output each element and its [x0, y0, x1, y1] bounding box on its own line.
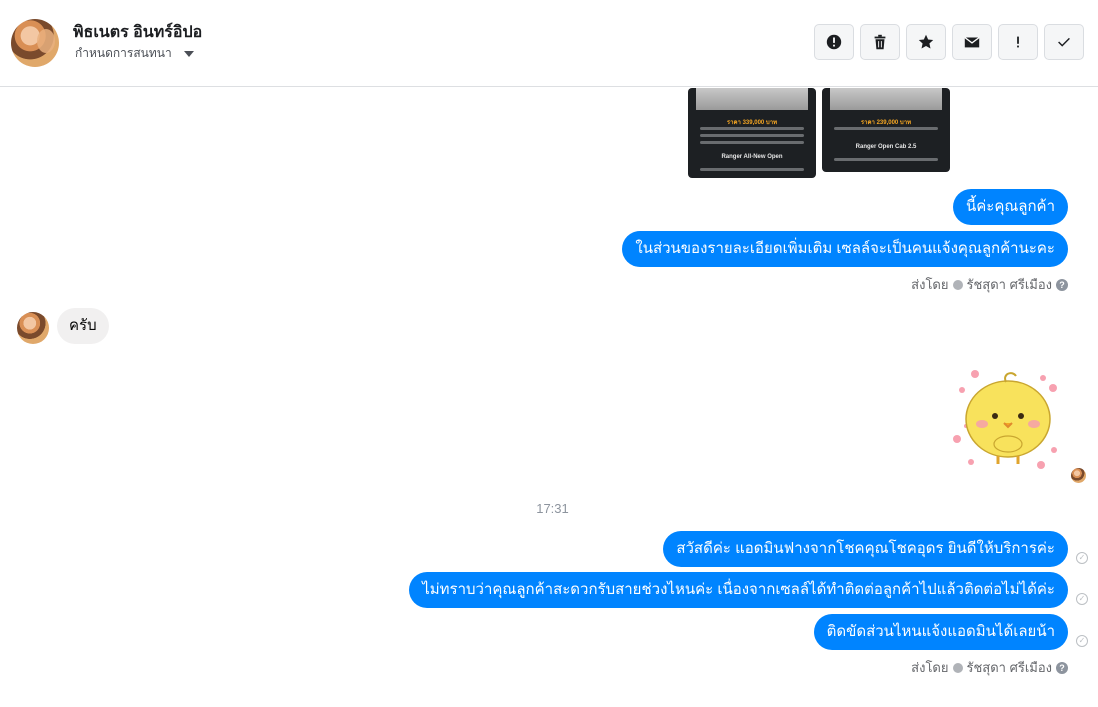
sticker-chick[interactable] [946, 364, 1070, 472]
star-button[interactable] [906, 24, 946, 60]
report-button[interactable] [814, 24, 854, 60]
delivered-check-icon: ✓ [1076, 635, 1088, 647]
car-photo [696, 88, 808, 110]
price-text: ราคา 239,000 บาท [860, 120, 912, 126]
incoming-message[interactable]: ครับ [57, 308, 109, 344]
model-text: Ranger Open Cab 2.5 [855, 144, 917, 150]
contact-avatar[interactable] [11, 19, 59, 67]
image-attachment[interactable]: ราคา 239,000 บาท Ranger Open Cab 2.5 [822, 88, 950, 172]
sender-name[interactable]: รัชสุดา ศรีเมือง [967, 657, 1053, 678]
contact-name[interactable]: พิธเนตร อินทร์อิปอ [73, 20, 202, 45]
seen-avatar [1071, 468, 1086, 483]
image-attachment[interactable]: ราคา 339,000 บาท Ranger All-New Open [688, 88, 816, 178]
follow-up-button[interactable] [998, 24, 1038, 60]
text-line [834, 158, 938, 161]
sent-by: ส่งโดย รัชสุดา ศรีเมือง ? [911, 274, 1068, 295]
text-line [834, 127, 938, 130]
text-line [700, 134, 804, 137]
outgoing-message[interactable]: นี้ค่ะคุณลูกค้า [952, 189, 1068, 225]
envelope-icon [964, 36, 980, 48]
sent-by-label: ส่งโดย [911, 660, 949, 675]
caret-down-icon [183, 50, 194, 57]
delivered-check-icon: ✓ [1076, 552, 1088, 564]
help-icon[interactable]: ? [1056, 278, 1068, 291]
sent-by: ส่งโดย รัชสุดา ศรีเมือง ? [911, 657, 1068, 678]
outgoing-message[interactable]: ไม่ทราบว่าคุณลูกค้าสะดวกรับสายช่วงไหนค่ะ… [409, 572, 1068, 608]
delete-button[interactable] [860, 24, 900, 60]
text-line [700, 168, 804, 171]
conversation-settings[interactable]: กำหนดการสนทนา [75, 44, 194, 63]
check-circle-icon [952, 662, 963, 673]
trash-icon [874, 34, 886, 50]
delivered-check-icon: ✓ [1076, 593, 1088, 605]
toolbar [814, 24, 1084, 60]
contact-avatar-small[interactable] [17, 312, 49, 344]
help-icon[interactable]: ? [1056, 661, 1068, 674]
text-line [700, 141, 804, 144]
model-text: Ranger All-New Open [721, 154, 783, 160]
conversation-header: พิธเนตร อินทร์อิปอ กำหนดการสนทนา [0, 0, 1098, 87]
check-icon [1058, 37, 1070, 47]
mark-unread-button[interactable] [952, 24, 992, 60]
media-attachments: ราคา 339,000 บาท Ranger All-New Open ราค… [688, 88, 950, 178]
sender-name[interactable]: รัชสุดา ศรีเมือง [967, 274, 1053, 295]
outgoing-message[interactable]: สวัสดีค่ะ แอดมินฟางจากโชคคุณโชคอุดร ยินด… [663, 531, 1068, 567]
outgoing-message[interactable]: ติดขัดส่วนไหนแจ้งแอดมินได้เลยน้า [813, 614, 1068, 650]
price-text: ราคา 339,000 บาท [726, 120, 778, 126]
conversation-settings-label: กำหนดการสนทนา [75, 46, 172, 60]
sent-by-label: ส่งโดย [911, 277, 949, 292]
check-circle-icon [952, 279, 963, 290]
text-line [700, 127, 804, 130]
alert-circle-icon [826, 34, 842, 50]
outgoing-message[interactable]: ในส่วนของรายละเอียดเพิ่มเติม เซลล์จะเป็น… [622, 231, 1068, 267]
done-button[interactable] [1044, 24, 1084, 60]
message-timestamp: 17:31 [536, 501, 569, 516]
exclamation-icon [1017, 36, 1019, 48]
star-icon [918, 34, 934, 49]
car-photo [830, 88, 942, 110]
